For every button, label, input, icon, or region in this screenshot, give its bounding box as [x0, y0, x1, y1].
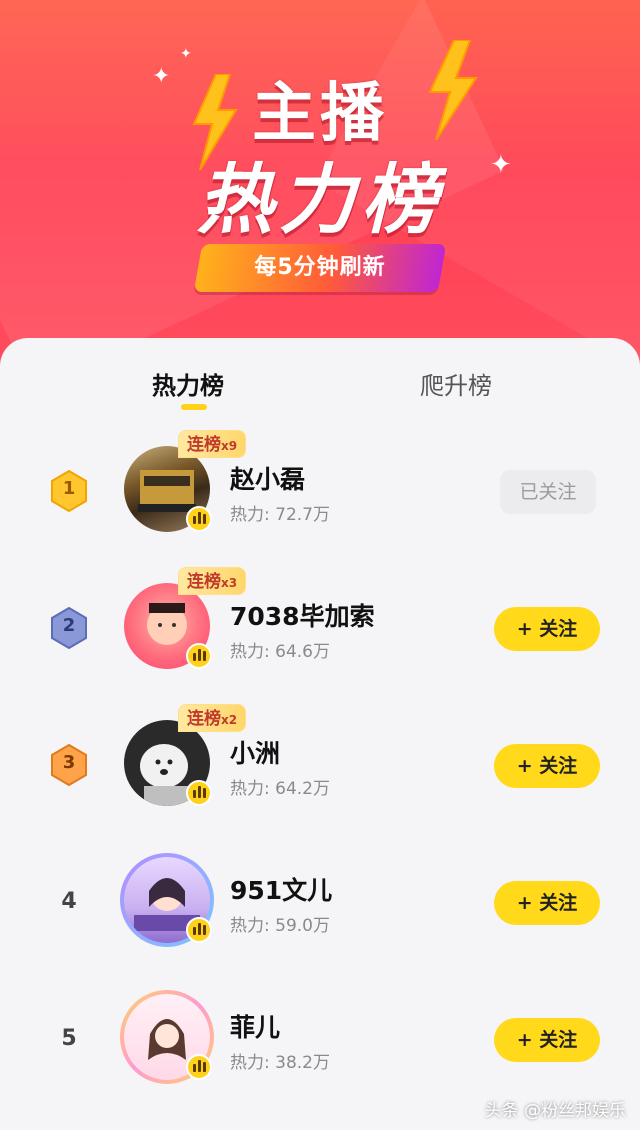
follow-button[interactable]: + 关注 — [494, 1018, 600, 1062]
anchor-name[interactable]: 小洲 — [230, 734, 280, 770]
tab-heat-rank[interactable]: 热力榜 — [152, 366, 224, 401]
anchor-name[interactable]: 7038毕加索 — [230, 597, 375, 633]
hero-banner: ✦ ✦ ✦ 主播 热力榜 每5分钟刷新 — [0, 0, 640, 380]
anchor-name[interactable]: 赵小磊 — [230, 460, 305, 496]
followed-button[interactable]: 已关注 — [500, 470, 596, 514]
active-tab-indicator — [181, 404, 207, 410]
streak-badge: 连榜x2 — [178, 704, 247, 732]
follow-button[interactable]: + 关注 — [494, 744, 600, 788]
heat-value: 热力: 38.2万 — [230, 1053, 330, 1073]
rank-number: 4 — [61, 889, 77, 914]
banner-title-line2: 热力榜 — [197, 155, 443, 244]
heat-value: 热力: 64.6万 — [230, 642, 330, 662]
follow-button[interactable]: + 关注 — [494, 607, 600, 651]
rank-number: 5 — [61, 1026, 77, 1051]
level-badge-icon — [186, 1054, 212, 1080]
watermark: 头条 @粉丝邦娱乐 — [484, 1101, 626, 1121]
sparkle-icon: ✦ — [180, 46, 192, 62]
anchor-name[interactable]: 951文儿 — [230, 871, 332, 907]
list-item[interactable]: 4 951文儿 热力: 59.0万 + 关注 — [0, 841, 640, 961]
follow-button[interactable]: + 关注 — [494, 881, 600, 925]
level-badge-icon — [186, 780, 212, 806]
tab-rising-rank[interactable]: 爬升榜 — [420, 366, 492, 401]
rank-number: 2 — [62, 615, 76, 636]
list-item[interactable]: 2 连榜x3 7038毕加索 热力: 64.6万 + 关注 — [0, 567, 640, 687]
list-item[interactable]: 1 连榜x9 赵小磊 热力: 72.7万 已关注 — [0, 430, 640, 550]
level-badge-icon — [186, 643, 212, 669]
anchor-name[interactable]: 菲儿 — [230, 1008, 280, 1044]
refresh-label: 每5分钟刷新 — [254, 255, 386, 280]
rank-number: 3 — [62, 752, 76, 773]
level-badge-icon — [186, 917, 212, 943]
streak-badge: 连榜x3 — [178, 567, 247, 595]
level-badge-icon — [186, 506, 212, 532]
rank-number: 1 — [62, 478, 76, 499]
list-item[interactable]: 5 菲儿 热力: 38.2万 + 关注 — [0, 978, 640, 1098]
streak-badge: 连榜x9 — [178, 430, 247, 458]
heat-value: 热力: 72.7万 — [230, 505, 330, 525]
heat-value: 热力: 59.0万 — [230, 916, 330, 936]
heat-value: 热力: 64.2万 — [230, 779, 330, 799]
list-item[interactable]: 3 连榜x2 小洲 热力: 64.2万 + 关注 — [0, 704, 640, 824]
